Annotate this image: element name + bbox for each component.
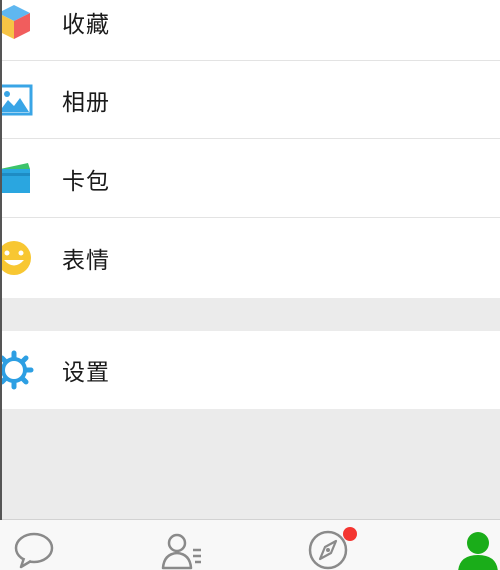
card-wallet-icon <box>0 159 34 199</box>
bottom-tab-bar <box>0 519 500 570</box>
menu-group-primary: 收藏 相册 卡包 表情 <box>0 0 500 298</box>
menu-item-label: 设置 <box>62 360 110 386</box>
me-person-icon <box>458 532 498 570</box>
left-edge-line <box>0 0 2 520</box>
favorites-cube-icon <box>0 2 34 42</box>
album-picture-icon <box>0 80 34 120</box>
settings-gear-icon <box>0 350 34 390</box>
tab-chats[interactable] <box>12 528 56 570</box>
divider <box>0 217 500 218</box>
menu-item-card-wallet[interactable]: 卡包 <box>0 140 500 218</box>
tab-contacts[interactable] <box>160 528 204 570</box>
divider <box>0 138 500 139</box>
notification-dot <box>343 527 357 541</box>
wechat-me-screen: 收藏 相册 卡包 表情 设置 <box>0 0 500 570</box>
menu-item-label: 表情 <box>62 248 110 274</box>
chat-bubble-icon <box>14 532 54 569</box>
menu-item-favorites[interactable]: 收藏 <box>0 0 500 61</box>
menu-item-label: 收藏 <box>62 12 110 38</box>
menu-group-settings: 设置 <box>0 331 500 409</box>
menu-item-label: 卡包 <box>62 169 110 195</box>
menu-item-label: 相册 <box>62 90 110 116</box>
menu-item-settings[interactable]: 设置 <box>0 331 500 409</box>
sticker-smiley-icon <box>0 238 34 278</box>
tab-me[interactable] <box>456 528 500 570</box>
menu-item-album[interactable]: 相册 <box>0 61 500 139</box>
menu-item-stickers[interactable]: 表情 <box>0 219 500 297</box>
tab-discover[interactable] <box>307 527 357 570</box>
contacts-icon <box>161 533 201 570</box>
